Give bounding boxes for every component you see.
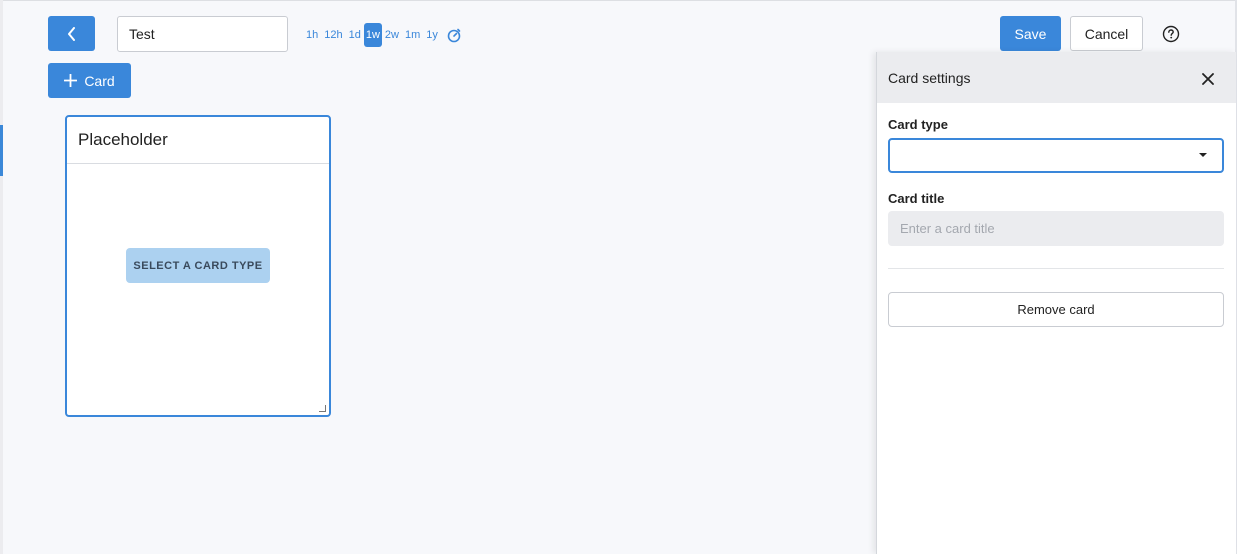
range-1w[interactable]: 1w <box>363 23 382 47</box>
time-range-selector: 1h 12h 1d 1w 2w 1m 1y <box>303 23 462 47</box>
dashboard-name-input[interactable] <box>117 16 288 52</box>
back-button[interactable] <box>48 16 95 51</box>
card-type-select[interactable] <box>888 138 1224 173</box>
card-settings-panel: Card settings Card type Card title Remov… <box>876 52 1236 554</box>
panel-title: Card settings <box>888 69 971 86</box>
chevron-left-icon <box>67 26 75 41</box>
range-1y[interactable]: 1y <box>423 23 441 47</box>
top-border <box>0 0 1237 1</box>
stopwatch-icon[interactable] <box>446 27 462 43</box>
range-2w[interactable]: 2w <box>382 23 402 47</box>
close-icon[interactable] <box>1202 72 1214 85</box>
card-type-label: Card type <box>888 117 948 132</box>
range-12h[interactable]: 12h <box>321 23 345 47</box>
left-gutter <box>0 0 3 554</box>
card-title: Placeholder <box>67 117 329 164</box>
add-card-label: Card <box>84 72 115 89</box>
left-gutter-indicator <box>0 125 3 176</box>
cancel-button[interactable]: Cancel <box>1070 16 1143 51</box>
panel-header: Card settings <box>877 52 1236 103</box>
caret-down-icon <box>1199 153 1207 157</box>
add-card-button[interactable]: Card <box>48 63 131 98</box>
remove-card-button[interactable]: Remove card <box>888 292 1224 327</box>
placeholder-card[interactable]: Placeholder SELECT A CARD TYPE <box>65 115 331 417</box>
save-button[interactable]: Save <box>1000 16 1061 51</box>
card-title-input[interactable] <box>888 211 1224 246</box>
card-title-label: Card title <box>888 191 945 206</box>
plus-icon <box>64 74 78 87</box>
question-circle-icon[interactable] <box>1162 25 1180 43</box>
range-1h[interactable]: 1h <box>303 23 321 47</box>
divider <box>888 268 1224 269</box>
select-card-type-button[interactable]: SELECT A CARD TYPE <box>126 248 270 283</box>
resize-handle-icon[interactable] <box>319 405 326 412</box>
range-1m[interactable]: 1m <box>402 23 423 47</box>
range-1d[interactable]: 1d <box>346 23 364 47</box>
